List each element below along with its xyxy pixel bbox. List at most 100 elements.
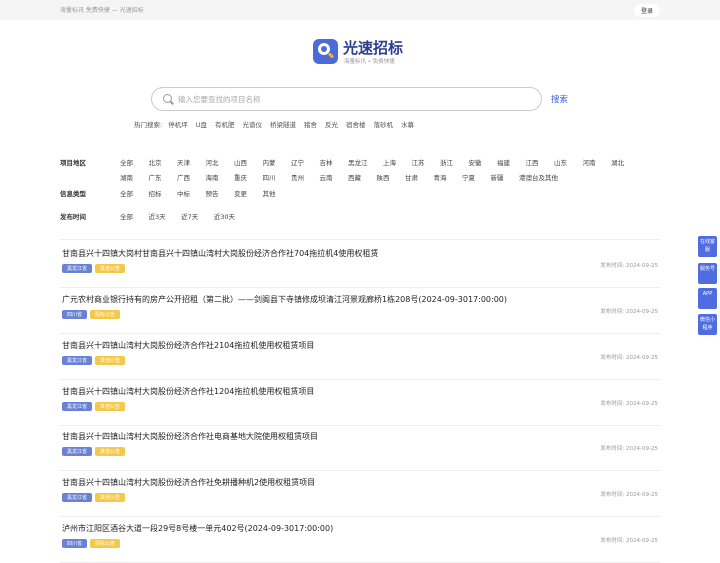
filter-option-region[interactable]: 四川 <box>263 172 276 182</box>
hot-search-term[interactable]: 停机坪 <box>168 121 188 129</box>
search-icon <box>163 94 172 103</box>
item-title[interactable]: 甘南县兴十四镇山湾村大岗股份经济合作社2104拖拉机使用权租赁项目 <box>62 340 314 351</box>
filter-option-region[interactable]: 山东 <box>554 157 567 167</box>
filter-option-region[interactable]: 吉林 <box>320 157 333 167</box>
filter-option-region[interactable]: 新疆 <box>491 172 504 182</box>
filter-option-region[interactable]: 云南 <box>320 172 333 182</box>
filter-option-region[interactable]: 黑龙江 <box>348 157 368 167</box>
filter-option-type[interactable]: 招标 <box>149 188 162 198</box>
item-tags: 黑龙江省 其他公告 <box>62 402 126 411</box>
filter-option-region[interactable]: 陕西 <box>377 172 390 182</box>
hot-search-term[interactable]: 水幕 <box>401 121 414 129</box>
category-tag: 招标公告 <box>90 310 121 319</box>
filter-option-region[interactable]: 北京 <box>149 157 162 167</box>
login-button[interactable]: 登录 <box>633 4 660 17</box>
filter-option-region[interactable]: 江苏 <box>412 157 425 167</box>
publish-date: 发布时间: 2024-09-25 <box>600 309 658 315</box>
publish-date: 发布时间: 2024-09-25 <box>600 401 658 407</box>
filter-option-type[interactable]: 全部 <box>120 188 133 198</box>
filter-option-region[interactable]: 全部 <box>120 157 133 167</box>
filter-option-region[interactable]: 湖北 <box>611 157 624 167</box>
filter-label: 发布时间 <box>60 213 86 221</box>
item-title[interactable]: 甘南县兴十四镇山湾村大岗股份经济合作社电商基地大院使用权租赁项目 <box>62 431 318 442</box>
filter-option-region[interactable]: 湖南 <box>120 172 133 182</box>
publish-date: 发布时间: 2024-09-25 <box>600 446 658 452</box>
filter-option-region[interactable]: 甘肃 <box>405 172 418 182</box>
category-tag: 其他公告 <box>95 402 126 411</box>
item-title[interactable]: 甘南县兴十四镇山湾村大岗股份经济合作社1204拖拉机使用权租赁项目 <box>62 386 314 397</box>
filter-option-type[interactable]: 变更 <box>234 188 247 198</box>
category-tag: 其他公告 <box>95 447 126 456</box>
filter-option-region[interactable]: 山西 <box>234 157 247 167</box>
hot-search-term[interactable]: 光谱仪 <box>242 121 262 129</box>
list-item[interactable]: 甘南县兴十四镇大岗村甘南县兴十四镇山湾村大岗股份经济合作社704拖拉机4使用权租… <box>60 242 660 288</box>
filter-option-region[interactable]: 河北 <box>206 157 219 167</box>
site-logo[interactable]: 光速招标 海量标讯 • 免费快捷 <box>313 37 409 67</box>
list-item[interactable]: 甘南县兴十四镇山湾村大岗股份经济合作社1204拖拉机使用权租赁项目 黑龙江省 其他公… <box>60 380 660 426</box>
mini-program-button[interactable]: 微信小程序 <box>698 314 717 335</box>
search-input[interactable] <box>178 92 528 107</box>
filter-option-region[interactable]: 江西 <box>526 157 539 167</box>
filter-panel: 项目地区 全部 北京 天津 河北 山西 内蒙 辽宁 吉林 黑龙江 上海 江苏 浙江 安徽 福建 江西 山东 河南… <box>60 157 660 231</box>
magnifier-logo-icon <box>313 39 338 64</box>
search-box <box>151 87 542 111</box>
filter-option-region[interactable]: 安徽 <box>469 157 482 167</box>
list-item[interactable]: 甘南县兴十四镇山湾村大岗股份经济合作社免耕播种机2使用权租赁项目 黑龙江省 其他公告… <box>60 471 660 517</box>
hot-search-term[interactable]: 落砂机 <box>373 121 393 129</box>
filter-option-region[interactable]: 上海 <box>383 157 396 167</box>
hot-search-term[interactable]: 猪舍 <box>304 121 317 129</box>
online-service-button[interactable]: 在线客服 <box>698 236 717 257</box>
hot-search-term[interactable]: 宿舍楼 <box>346 121 366 129</box>
filter-option-type[interactable]: 其他 <box>263 188 276 198</box>
filter-option-time[interactable]: 全部 <box>120 211 133 221</box>
hot-search-term[interactable]: 有机肥 <box>215 121 235 129</box>
filter-option-region[interactable]: 广东 <box>149 172 162 182</box>
search-button[interactable]: 搜索 <box>551 93 568 105</box>
filter-option-type[interactable]: 中标 <box>177 188 190 198</box>
logo-slogan: 海量标讯 • 免费快捷 <box>344 59 395 65</box>
region-tag: 黑龙江省 <box>62 447 93 456</box>
app-button[interactable]: APP <box>698 288 717 309</box>
hot-search-term[interactable]: 反光 <box>325 121 338 129</box>
list-item[interactable]: 广元农村商业银行持有的房产公开招租（第二批）——剑阁县下寺镇修成坝清江河景观廊桥… <box>60 288 660 334</box>
filter-option-region[interactable]: 青海 <box>434 172 447 182</box>
list-item[interactable]: 泸州市江阳区酒谷大道一段29号8号楼一单元402号(2024-09-3017:0… <box>60 517 660 563</box>
filter-option-type[interactable]: 预告 <box>206 188 219 198</box>
filter-option-region[interactable]: 福建 <box>497 157 510 167</box>
filter-option-time[interactable]: 近30天 <box>214 211 235 221</box>
filter-option-region[interactable]: 河南 <box>583 157 596 167</box>
hot-search-term[interactable]: U盘 <box>196 121 207 129</box>
filter-label: 信息类型 <box>60 190 86 198</box>
hot-search-term[interactable]: 桥梁隧道 <box>270 121 296 129</box>
filter-option-time[interactable]: 近7天 <box>181 211 198 221</box>
filter-option-region[interactable]: 内蒙 <box>263 157 276 167</box>
item-title[interactable]: 广元农村商业银行持有的房产公开招租（第二批）——剑阁县下寺镇修成坝清江河景观廊桥… <box>62 294 507 305</box>
service-account-button[interactable]: 服务号 <box>698 263 717 284</box>
item-tags: 黑龙江省 其他公告 <box>62 493 126 502</box>
filter-option-region[interactable]: 天津 <box>177 157 190 167</box>
list-item[interactable]: 甘南县兴十四镇山湾村大岗股份经济合作社2104拖拉机使用权租赁项目 黑龙江省 其他公… <box>60 334 660 380</box>
item-title[interactable]: 甘南县兴十四镇大岗村甘南县兴十四镇山湾村大岗股份经济合作社704拖拉机4使用权租… <box>62 248 378 259</box>
filter-option-region[interactable]: 广西 <box>177 172 190 182</box>
filter-option-region[interactable]: 港澳台及其他 <box>519 172 558 182</box>
item-title[interactable]: 泸州市江阳区酒谷大道一段29号8号楼一单元402号(2024-09-3017:0… <box>62 523 333 534</box>
filter-row-type: 信息类型 全部 招标 中标 预告 变更 其他 <box>60 188 660 205</box>
category-tag: 其他公告 <box>95 356 126 365</box>
list-item[interactable]: 甘南县兴十四镇山湾村大岗股份经济合作社电商基地大院使用权租赁项目 黑龙江省 其他公告… <box>60 425 660 471</box>
filter-option-region[interactable]: 辽宁 <box>291 157 304 167</box>
list-divider <box>60 239 660 240</box>
filter-option-time[interactable]: 近3天 <box>149 211 166 221</box>
filter-option-region[interactable]: 宁夏 <box>462 172 475 182</box>
region-options: 全部 北京 天津 河北 山西 内蒙 辽宁 吉林 黑龙江 上海 江苏 浙江 安徽 福建 江西 山东 河南 湖北湖南 广… <box>120 157 640 182</box>
hot-searches: 热门搜索: 停机坪 U盘 有机肥 光谱仪 桥梁隧道 猪舍 反光 宿舍楼 落砂机 水幕 <box>134 119 422 129</box>
region-tag: 四川省 <box>62 539 88 548</box>
filter-option-region[interactable]: 西藏 <box>348 172 361 182</box>
item-title[interactable]: 甘南县兴十四镇山湾村大岗股份经济合作社免耕播种机2使用权租赁项目 <box>62 477 315 488</box>
filter-option-region[interactable]: 浙江 <box>440 157 453 167</box>
filter-option-region[interactable]: 海南 <box>206 172 219 182</box>
category-tag: 招标公告 <box>90 539 121 548</box>
filter-option-region[interactable]: 贵州 <box>291 172 304 182</box>
filter-option-region[interactable]: 重庆 <box>234 172 247 182</box>
logo-name: 光速招标 <box>343 39 404 57</box>
region-tag: 黑龙江省 <box>62 356 93 365</box>
